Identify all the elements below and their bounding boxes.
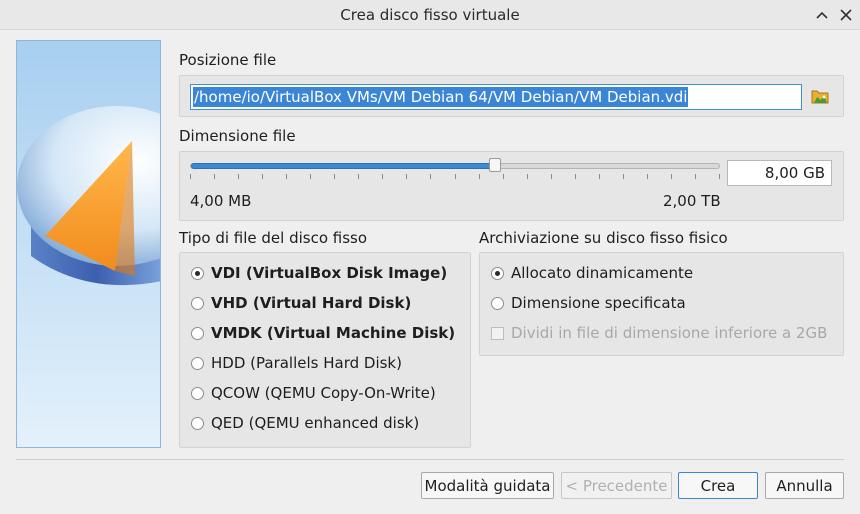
file-size-label: Dimensione file — [179, 127, 296, 145]
disk-type-option-vmdk[interactable]: VMDK (Virtual Machine Disk) — [191, 322, 455, 344]
split-files-checkbox-row: Dividi in file di dimensione inferiore a… — [491, 322, 827, 344]
disk-type-option-qed[interactable]: QED (QEMU enhanced disk) — [191, 412, 419, 434]
slider-tick — [671, 174, 672, 179]
option-label: Dimensione specificata — [511, 294, 686, 312]
choose-file-button[interactable] — [809, 85, 831, 107]
option-label: VDI (VirtualBox Disk Image) — [211, 264, 448, 282]
slider-tick — [647, 174, 648, 179]
slider-tick — [551, 174, 552, 179]
slider-tick — [479, 174, 480, 179]
slider-tick — [214, 174, 215, 179]
storage-label: Archiviazione su disco fisso fisico — [479, 229, 728, 247]
split-files-checkbox — [491, 326, 504, 340]
option-label: VHD (Virtual Hard Disk) — [211, 294, 412, 312]
create-button[interactable]: Crea — [678, 472, 758, 499]
size-slider-fill — [191, 163, 496, 169]
file-path-input[interactable]: /home/io/VirtualBox VMs/VM Debian 64/VM … — [190, 84, 802, 110]
collapse-button[interactable] — [812, 5, 832, 25]
radio-button[interactable] — [191, 296, 204, 310]
size-max-label: 2,00 TB — [663, 192, 721, 210]
radio-button[interactable] — [491, 296, 504, 310]
size-min-label: 4,00 MB — [190, 192, 252, 210]
slider-tick — [455, 174, 456, 179]
radio-button[interactable] — [191, 266, 204, 280]
option-label: QED (QEMU enhanced disk) — [211, 414, 420, 432]
storage-option-dynamic[interactable]: Allocato dinamicamente — [491, 262, 693, 284]
title-bar: Crea disco fisso virtuale — [0, 0, 860, 30]
footer-separator — [16, 459, 844, 460]
slider-tick — [310, 174, 311, 179]
option-label: QCOW (QEMU Copy-On-Write) — [211, 384, 436, 402]
slider-tick — [719, 174, 720, 179]
folder-icon — [811, 90, 829, 104]
size-slider-handle[interactable] — [488, 158, 501, 172]
slider-tick — [190, 174, 191, 179]
slider-tick — [286, 174, 287, 179]
slider-tick — [382, 174, 383, 179]
disk-type-label: Tipo di file del disco fisso — [179, 229, 368, 247]
slider-tick — [358, 174, 359, 179]
radio-button[interactable] — [191, 356, 204, 370]
file-path-text: /home/io/VirtualBox VMs/VM Debian 64/VM … — [193, 87, 689, 107]
disk-type-option-hdd[interactable]: HDD (Parallels Hard Disk) — [191, 352, 402, 374]
radio-button[interactable] — [191, 386, 204, 400]
disk-type-option-qcow[interactable]: QCOW (QEMU Copy-On-Write) — [191, 382, 436, 404]
window-title: Crea disco fisso virtuale — [340, 6, 520, 24]
slider-tick — [406, 174, 407, 179]
slider-tick — [599, 174, 600, 179]
size-slider-ticks — [190, 174, 720, 180]
slider-tick — [575, 174, 576, 179]
radio-button[interactable] — [491, 266, 504, 280]
size-slider-track[interactable] — [190, 163, 720, 169]
disk-type-option-vdi[interactable]: VDI (VirtualBox Disk Image) — [191, 262, 447, 284]
option-label: Dividi in file di dimensione inferiore a… — [511, 324, 828, 342]
back-button[interactable]: < Precedente — [561, 472, 672, 499]
size-input[interactable]: 8,00 GB — [727, 160, 832, 186]
slider-tick — [430, 174, 431, 179]
chevron-up-icon — [816, 11, 828, 19]
hard-disk-illustration — [17, 41, 160, 447]
slider-tick — [623, 174, 624, 179]
slider-tick — [262, 174, 263, 179]
option-label: HDD (Parallels Hard Disk) — [211, 354, 402, 372]
cancel-button[interactable]: Annulla — [765, 472, 844, 499]
disk-type-option-vhd[interactable]: VHD (Virtual Hard Disk) — [191, 292, 411, 314]
slider-tick — [695, 174, 696, 179]
slider-tick — [334, 174, 335, 179]
option-label: VMDK (Virtual Machine Disk) — [211, 324, 456, 342]
radio-button[interactable] — [191, 416, 204, 430]
slider-tick — [527, 174, 528, 179]
close-icon — [840, 9, 852, 21]
storage-option-fixed[interactable]: Dimensione specificata — [491, 292, 686, 314]
slider-tick — [238, 174, 239, 179]
close-button[interactable] — [836, 5, 856, 25]
guided-mode-button[interactable]: Modalità guidata — [421, 472, 554, 499]
radio-button[interactable] — [191, 326, 204, 340]
file-location-label: Posizione file — [179, 51, 277, 69]
slider-tick — [503, 174, 504, 179]
option-label: Allocato dinamicamente — [511, 264, 694, 282]
wizard-side-image — [16, 40, 161, 448]
